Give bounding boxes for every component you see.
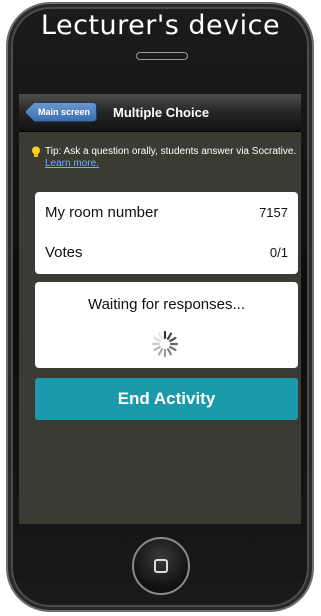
app-screen: Main screen Multiple Choice Tip: Ask a q… xyxy=(19,94,301,524)
navigation-bar: Main screen Multiple Choice xyxy=(19,94,301,132)
page-title: Multiple Choice xyxy=(113,105,210,120)
room-number-label: My room number xyxy=(45,203,159,221)
home-button[interactable] xyxy=(132,537,190,595)
waiting-card: Waiting for responses... xyxy=(35,282,298,368)
waiting-status-text: Waiting for responses... xyxy=(87,296,245,313)
votes-row: Votes 0/1 xyxy=(45,232,288,272)
learn-more-link[interactable]: Learn more. xyxy=(45,158,99,169)
tip-text: Tip: Ask a question orally, students ans… xyxy=(45,146,297,157)
device-title: Lecturer's device xyxy=(40,10,281,41)
votes-label: Votes xyxy=(45,243,83,261)
votes-value: 0/1 xyxy=(269,244,288,260)
lightbulb-icon xyxy=(32,146,40,157)
main-screen-back-button[interactable]: Main screen xyxy=(25,102,97,122)
room-number-value: 7157 xyxy=(259,204,288,220)
loading-spinner-icon xyxy=(151,330,179,358)
speaker-grille xyxy=(136,52,188,60)
room-info-card: My room number 7157 Votes 0/1 xyxy=(35,192,298,274)
end-activity-button[interactable]: End Activity xyxy=(35,378,298,420)
room-number-row: My room number 7157 xyxy=(45,192,288,232)
tip-message: Tip: Ask a question orally, students ans… xyxy=(32,146,297,170)
home-square-icon xyxy=(154,559,168,573)
